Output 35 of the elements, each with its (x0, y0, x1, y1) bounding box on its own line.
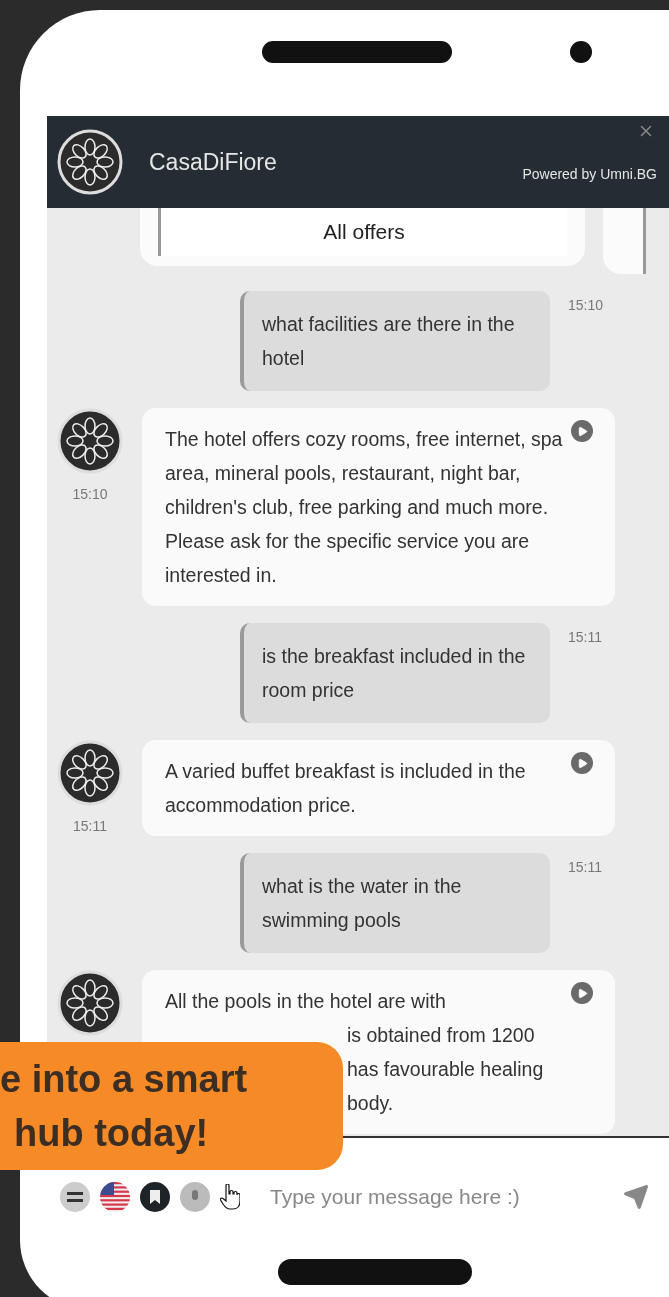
message-time: 15:10 (72, 485, 108, 502)
chat-title: CasaDiFiore (149, 148, 277, 176)
bot-message: The hotel offers cozy rooms, free internet, spa area, mineral pools, restaurant, night bar, children's club, free parking and much more. Please ask for the specific service you are interested in. (142, 408, 615, 606)
user-message: what is the water in the swimming pools (240, 853, 550, 953)
powered-by-text: Powered by Umni.BG (522, 166, 657, 182)
message-time: 15:10 (568, 296, 604, 315)
offer-button[interactable]: All offers (158, 208, 567, 256)
hotel-logo-icon (57, 129, 123, 195)
user-message: what facilities are there in the hotel (240, 291, 550, 391)
menu-icon[interactable] (60, 1182, 90, 1212)
offer-card (603, 208, 646, 274)
message-time: 15:11 (73, 817, 107, 834)
message-text-line: body. (347, 1091, 394, 1116)
message-text-line: is obtained from 1200 (347, 1023, 535, 1048)
message-input[interactable]: Type your message here :) (268, 1184, 613, 1210)
play-icon[interactable] (571, 752, 593, 774)
message-text-line: All the pools in the hotel are with (165, 989, 446, 1014)
user-message: is the breakfast included in the room price (240, 623, 550, 723)
hotel-logo-icon (57, 408, 123, 474)
hotel-logo-icon (57, 740, 123, 806)
play-icon[interactable] (571, 420, 593, 442)
flag-icon[interactable] (100, 1182, 130, 1212)
bookmark-icon[interactable] (140, 1182, 170, 1212)
message-time: 15:11 (568, 628, 602, 647)
send-icon[interactable] (623, 1184, 649, 1210)
message-text-line: has favourable healing (347, 1057, 544, 1082)
camera-dot (570, 41, 592, 63)
bot-message: A varied buffet breakfast is included in the accommodation price. (142, 740, 615, 836)
hand-cursor-icon (220, 1184, 240, 1210)
banner-text: e into a smart (0, 1057, 249, 1102)
hotel-logo-icon (57, 970, 123, 1036)
play-icon[interactable] (571, 982, 593, 1004)
banner-text: hub today! (13, 1111, 210, 1156)
microphone-icon[interactable] (180, 1182, 210, 1212)
message-time: 15:11 (568, 858, 602, 877)
